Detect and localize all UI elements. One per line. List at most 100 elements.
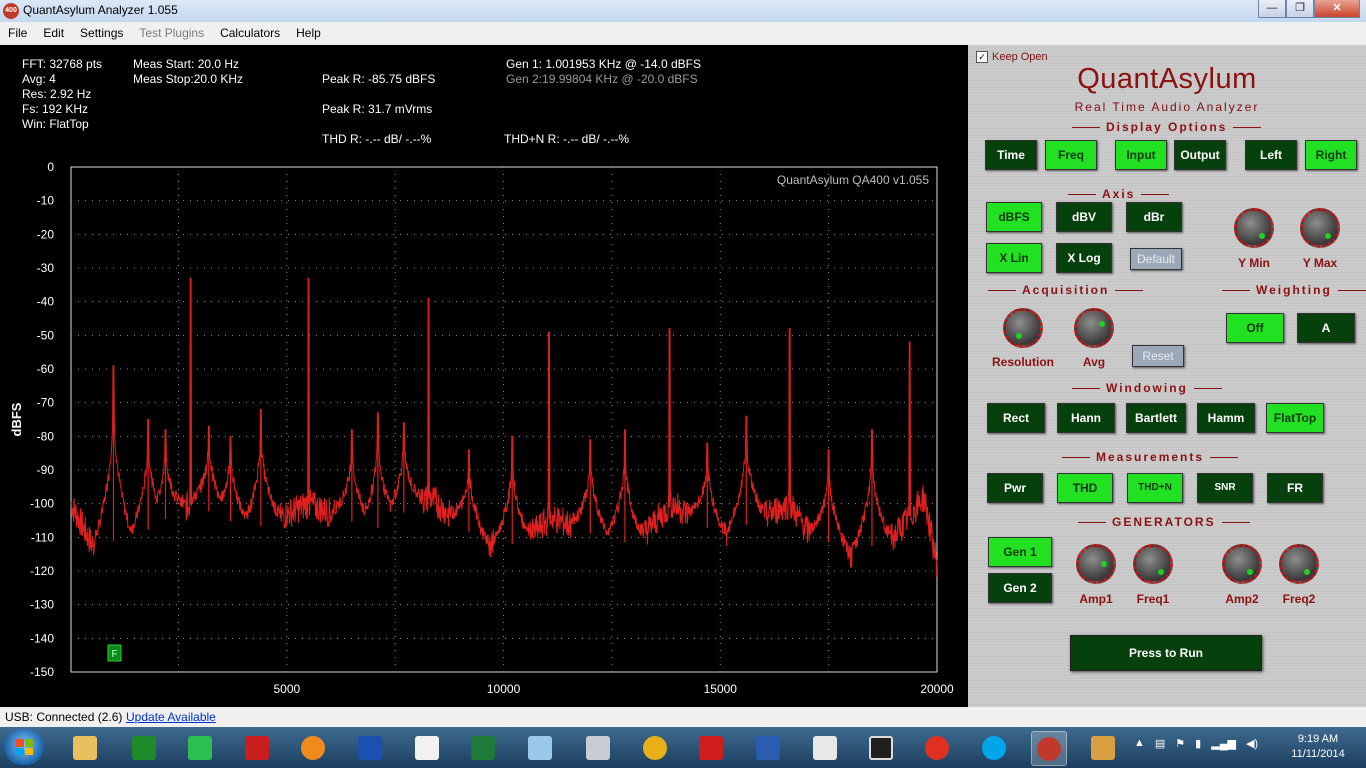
start-button[interactable] xyxy=(4,729,44,765)
skype-taskbar-icon[interactable] xyxy=(977,731,1011,764)
checkbox-mark[interactable]: ✓ xyxy=(976,51,988,63)
maximize-button[interactable]: ❐ xyxy=(1286,0,1314,18)
rect-button[interactable]: Rect xyxy=(987,403,1045,433)
tray-signal-icon[interactable]: ▂▄▆ xyxy=(1211,737,1236,750)
ymin-label: Y Min xyxy=(1238,256,1270,270)
explorer-taskbar-icon[interactable] xyxy=(68,731,102,764)
fr-button[interactable]: FR xyxy=(1267,473,1323,503)
avg-knob[interactable] xyxy=(1074,308,1114,348)
tray-network-icon[interactable]: ▤ xyxy=(1155,737,1165,750)
update-link[interactable]: Update Available xyxy=(126,707,216,727)
calculator-taskbar-icon[interactable] xyxy=(581,731,615,764)
bartlett-button[interactable]: Bartlett xyxy=(1126,403,1186,433)
y-tick-label: -110 xyxy=(31,530,54,544)
spectrum-chart[interactable]: 0 -10 -20 -30 -40 -50 -60 -70 -80 -90 -100 -110 -120… xyxy=(0,45,966,707)
weighting-off-button[interactable]: Off xyxy=(1226,313,1284,343)
y-tick-label: -130 xyxy=(30,598,54,612)
app-icon: 400 xyxy=(3,3,19,19)
acrobat-taskbar-icon[interactable] xyxy=(694,731,728,764)
thd-button[interactable]: THD xyxy=(1057,473,1113,503)
pwr-button[interactable]: Pwr xyxy=(987,473,1043,503)
dbv-button[interactable]: dBV xyxy=(1056,202,1112,232)
menu-calculators[interactable]: Calculators xyxy=(212,22,288,45)
y-tick-label: -30 xyxy=(37,261,55,275)
menu-test-plugins[interactable]: Test Plugins xyxy=(131,22,212,45)
knob-indicator xyxy=(1259,233,1265,239)
resolution-knob[interactable] xyxy=(1003,308,1043,348)
y-tick-label: -150 xyxy=(30,665,54,679)
waveform-app-taskbar-icon[interactable] xyxy=(183,731,217,764)
resolution-label: Resolution xyxy=(992,355,1054,369)
time-button[interactable]: Time xyxy=(985,140,1037,170)
x-tick-label: 10000 xyxy=(487,682,521,696)
right-button[interactable]: Right xyxy=(1305,140,1357,170)
dbfs-button[interactable]: dBFS xyxy=(986,202,1042,232)
explorer-window-taskbar-icon[interactable] xyxy=(410,731,444,764)
menu-bar: File Edit Settings Test Plugins Calculat… xyxy=(0,22,1366,45)
generators-heading: GENERATORS xyxy=(1072,515,1256,529)
amp1-knob[interactable] xyxy=(1076,544,1116,584)
paint-ball-taskbar-icon[interactable] xyxy=(920,731,954,764)
display-options-heading: Display Options xyxy=(1066,120,1267,134)
notepad-taskbar-icon[interactable] xyxy=(523,731,557,764)
foobar-taskbar-icon[interactable] xyxy=(808,731,842,764)
equalizer-app-taskbar-icon[interactable] xyxy=(127,731,161,764)
weighting-a-button[interactable]: A xyxy=(1297,313,1355,343)
tray-volume-icon[interactable]: ◀) xyxy=(1246,737,1258,750)
xlin-button[interactable]: X Lin xyxy=(986,243,1042,273)
paint-taskbar-icon[interactable] xyxy=(1086,731,1120,764)
gen2-button[interactable]: Gen 2 xyxy=(988,573,1052,603)
dbr-button[interactable]: dBr xyxy=(1126,202,1182,232)
amp2-knob[interactable] xyxy=(1222,544,1262,584)
audacity-taskbar-icon[interactable] xyxy=(296,731,330,764)
default-button[interactable]: Default xyxy=(1130,248,1182,270)
hann-button[interactable]: Hann xyxy=(1057,403,1115,433)
menu-help[interactable]: Help xyxy=(288,22,329,45)
input-button[interactable]: Input xyxy=(1115,140,1167,170)
y-tick-label: 0 xyxy=(47,160,54,174)
ymax-knob[interactable] xyxy=(1300,208,1340,248)
output-button[interactable]: Output xyxy=(1174,140,1226,170)
knob-indicator xyxy=(1304,569,1310,575)
ltspice-taskbar-icon[interactable] xyxy=(240,731,274,764)
menu-file[interactable]: File xyxy=(0,22,35,45)
y-tick-label: -80 xyxy=(37,429,55,443)
acquisition-heading: Acquisition xyxy=(982,283,1149,297)
excel-taskbar-icon[interactable] xyxy=(466,731,500,764)
y-tick-label: -20 xyxy=(37,227,55,241)
snr-button[interactable]: SNR xyxy=(1197,473,1253,503)
reset-button[interactable]: Reset xyxy=(1132,345,1184,367)
freq2-knob[interactable] xyxy=(1279,544,1319,584)
left-button[interactable]: Left xyxy=(1245,140,1297,170)
qa400-taskbar-icon[interactable] xyxy=(1031,731,1067,766)
freq-button[interactable]: Freq xyxy=(1045,140,1097,170)
word-taskbar-icon[interactable] xyxy=(751,731,785,764)
hamm-button[interactable]: Hamm xyxy=(1197,403,1255,433)
minimize-button[interactable]: — xyxy=(1258,0,1286,18)
keep-open-label: Keep Open xyxy=(992,51,1048,63)
keep-open-checkbox[interactable]: ✓ Keep Open xyxy=(976,51,1048,63)
snipping-tool-taskbar-icon[interactable] xyxy=(864,731,898,764)
freq1-knob[interactable] xyxy=(1133,544,1173,584)
lvl-app-taskbar-icon[interactable] xyxy=(353,731,387,764)
close-button[interactable]: ✕ xyxy=(1314,0,1360,18)
tray-expand-icon[interactable]: ▲ xyxy=(1134,737,1145,750)
ymin-knob[interactable] xyxy=(1234,208,1274,248)
xlog-button[interactable]: X Log xyxy=(1056,243,1112,273)
x-tick-label: 15000 xyxy=(704,682,738,696)
windowing-heading: Windowing xyxy=(1066,381,1228,395)
chrome-taskbar-icon[interactable] xyxy=(638,731,672,764)
title-bar: 400 QuantAsylum Analyzer 1.055 — ❐ ✕ xyxy=(0,0,1366,23)
clock[interactable]: 9:19 AM 11/11/2014 xyxy=(1282,732,1354,762)
tray-flag-icon[interactable]: ⚑ xyxy=(1175,737,1185,750)
menu-edit[interactable]: Edit xyxy=(35,22,72,45)
tray-battery-icon[interactable]: ▮ xyxy=(1195,737,1201,750)
windows-logo-icon xyxy=(15,739,33,755)
press-to-run-button[interactable]: Press to Run xyxy=(1070,635,1262,671)
flattop-button[interactable]: FlatTop xyxy=(1266,403,1324,433)
gen1-button[interactable]: Gen 1 xyxy=(988,537,1052,567)
weighting-heading: Weighting xyxy=(1216,283,1366,297)
thdn-button[interactable]: THD+N xyxy=(1127,473,1183,503)
usb-status: USB: Connected (2.6) xyxy=(5,710,123,724)
menu-settings[interactable]: Settings xyxy=(72,22,131,45)
